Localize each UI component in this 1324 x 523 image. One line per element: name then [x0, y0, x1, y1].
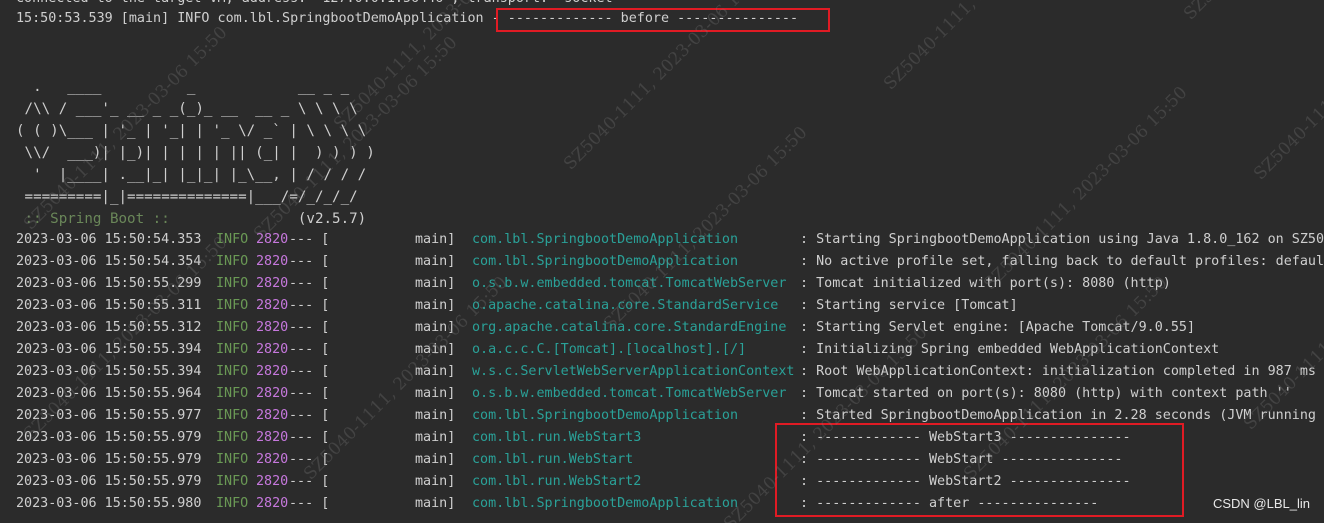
log-message: : Tomcat started on port(s): 8080 (http)…: [800, 386, 1292, 401]
log-separator: --- [: [289, 364, 330, 379]
log-level: INFO: [216, 342, 249, 357]
log-level: INFO: [216, 298, 249, 313]
log-message: : Starting service [Tomcat]: [800, 298, 1018, 313]
log-separator: --- [: [289, 232, 330, 247]
log-level: INFO: [216, 496, 249, 511]
spring-boot-label: :: Spring Boot ::: [16, 211, 170, 227]
log-level: INFO: [216, 232, 249, 247]
watermark-text: SZ5040-1111, 2023-03-06 15:50: [880, 0, 1091, 94]
log-level: INFO: [216, 320, 249, 335]
log-timestamp: 2023-03-06 15:50:54.353: [16, 232, 202, 247]
log-thread: main]: [415, 342, 456, 357]
log-pid: 2820: [256, 386, 289, 401]
log-separator: --- [: [289, 452, 330, 467]
csdn-credit: CSDN @LBL_lin: [1212, 496, 1310, 511]
log-timestamp: 2023-03-06 15:50:55.311: [16, 298, 202, 313]
log-pid: 2820: [256, 232, 289, 247]
log-logger: o.a.c.c.C.[Tomcat].[localhost].[/]: [472, 342, 747, 357]
log-message: : Starting Servlet engine: [Apache Tomca…: [800, 320, 1196, 335]
log-separator: --- [: [289, 342, 330, 357]
log-message: : Initializing Spring embedded WebApplic…: [800, 342, 1220, 357]
log-separator: --- [: [289, 474, 330, 489]
log-separator: --- [: [289, 320, 330, 335]
log-level: INFO: [216, 408, 249, 423]
log-thread: main]: [415, 254, 456, 269]
log-level: INFO: [216, 276, 249, 291]
log-level: INFO: [216, 452, 249, 467]
log-logger: org.apache.catalina.core.StandardEngine: [472, 320, 787, 335]
log-message: : No active profile set, falling back to…: [800, 254, 1324, 269]
log-pid: 2820: [256, 496, 289, 511]
spring-banner: . ____ _ __ _ _ /\\ / ___'_ __ _ _(_)_ _…: [16, 76, 375, 230]
log-logger: com.lbl.SpringbootDemoApplication: [472, 408, 739, 423]
log-pid: 2820: [256, 408, 289, 423]
log-separator: --- [: [289, 430, 330, 445]
spring-boot-version: (v2.5.7): [297, 211, 367, 227]
before-line-prefix: 15:50:53.539 [main] INFO com.lbl.Springb…: [16, 11, 508, 26]
log-logger: o.apache.catalina.core.StandardService: [472, 298, 779, 313]
log-pid: 2820: [256, 298, 289, 313]
log-pid: 2820: [256, 474, 289, 489]
log-message: : Root WebApplicationContext: initializa…: [800, 364, 1316, 379]
log-separator: --- [: [289, 386, 330, 401]
log-timestamp: 2023-03-06 15:50:54.354: [16, 254, 202, 269]
log-timestamp: 2023-03-06 15:50:55.979: [16, 430, 202, 445]
log-logger: o.s.b.w.embedded.tomcat.TomcatWebServer: [472, 276, 787, 291]
log-timestamp: 2023-03-06 15:50:55.977: [16, 408, 202, 423]
log-timestamp: 2023-03-06 15:50:55.312: [16, 320, 202, 335]
log-pid: 2820: [256, 364, 289, 379]
log-pid: 2820: [256, 276, 289, 291]
log-thread: main]: [415, 320, 456, 335]
log-timestamp: 2023-03-06 15:50:55.299: [16, 276, 202, 291]
log-thread: main]: [415, 430, 456, 445]
log-thread: main]: [415, 408, 456, 423]
log-logger: com.lbl.SpringbootDemoApplication: [472, 496, 739, 511]
log-thread: main]: [415, 232, 456, 247]
log-thread: main]: [415, 496, 456, 511]
log-separator: --- [: [289, 254, 330, 269]
log-separator: --- [: [289, 298, 330, 313]
log-thread: main]: [415, 386, 456, 401]
log-logger: o.s.b.w.embedded.tomcat.TomcatWebServer: [472, 386, 787, 401]
log-thread: main]: [415, 474, 456, 489]
before-highlight-box: [496, 8, 830, 32]
log-logger: w.s.c.ServletWebServerApplicationContext: [472, 364, 795, 379]
log-level: INFO: [216, 474, 249, 489]
log-timestamp: 2023-03-06 15:50:55.394: [16, 342, 202, 357]
log-timestamp: 2023-03-06 15:50:55.980: [16, 496, 202, 511]
log-timestamp: 2023-03-06 15:50:55.979: [16, 452, 202, 467]
webstart-highlight-box: [775, 423, 1184, 517]
log-logger: com.lbl.run.WebStart3: [472, 430, 642, 445]
log-thread: main]: [415, 276, 456, 291]
log-logger: com.lbl.SpringbootDemoApplication: [472, 254, 739, 269]
log-timestamp: 2023-03-06 15:50:55.979: [16, 474, 202, 489]
log-timestamp: 2023-03-06 15:50:55.964: [16, 386, 202, 401]
log-timestamp: 2023-03-06 15:50:55.394: [16, 364, 202, 379]
log-pid: 2820: [256, 430, 289, 445]
banner-art: . ____ _ __ _ _ /\\ / ___'_ __ _ _(_)_ _…: [16, 79, 375, 205]
log-thread: main]: [415, 364, 456, 379]
log-logger: com.lbl.run.WebStart: [472, 452, 634, 467]
log-level: INFO: [216, 254, 249, 269]
log-pid: 2820: [256, 320, 289, 335]
log-pid: 2820: [256, 254, 289, 269]
log-level: INFO: [216, 364, 249, 379]
watermark-text: SZ5040-1111, 2023-03-06 15:50: [1180, 0, 1324, 24]
log-logger: com.lbl.SpringbootDemoApplication: [472, 232, 739, 247]
log-message: : Starting SpringbootDemoApplication usi…: [800, 232, 1324, 247]
log-separator: --- [: [289, 276, 330, 291]
log-thread: main]: [415, 298, 456, 313]
console-output[interactable]: Connected to the target VM, address: '12…: [0, 0, 1324, 523]
log-level: INFO: [216, 386, 249, 401]
log-pid: 2820: [256, 342, 289, 357]
log-separator: --- [: [289, 408, 330, 423]
watermark-text: SZ5040-1111, 2023-03-06 15:50: [1250, 0, 1324, 185]
log-level: INFO: [216, 430, 249, 445]
log-message: : Tomcat initialized with port(s): 8080 …: [800, 276, 1171, 291]
log-logger: com.lbl.run.WebStart2: [472, 474, 642, 489]
log-pid: 2820: [256, 452, 289, 467]
log-thread: main]: [415, 452, 456, 467]
log-separator: --- [: [289, 496, 330, 511]
